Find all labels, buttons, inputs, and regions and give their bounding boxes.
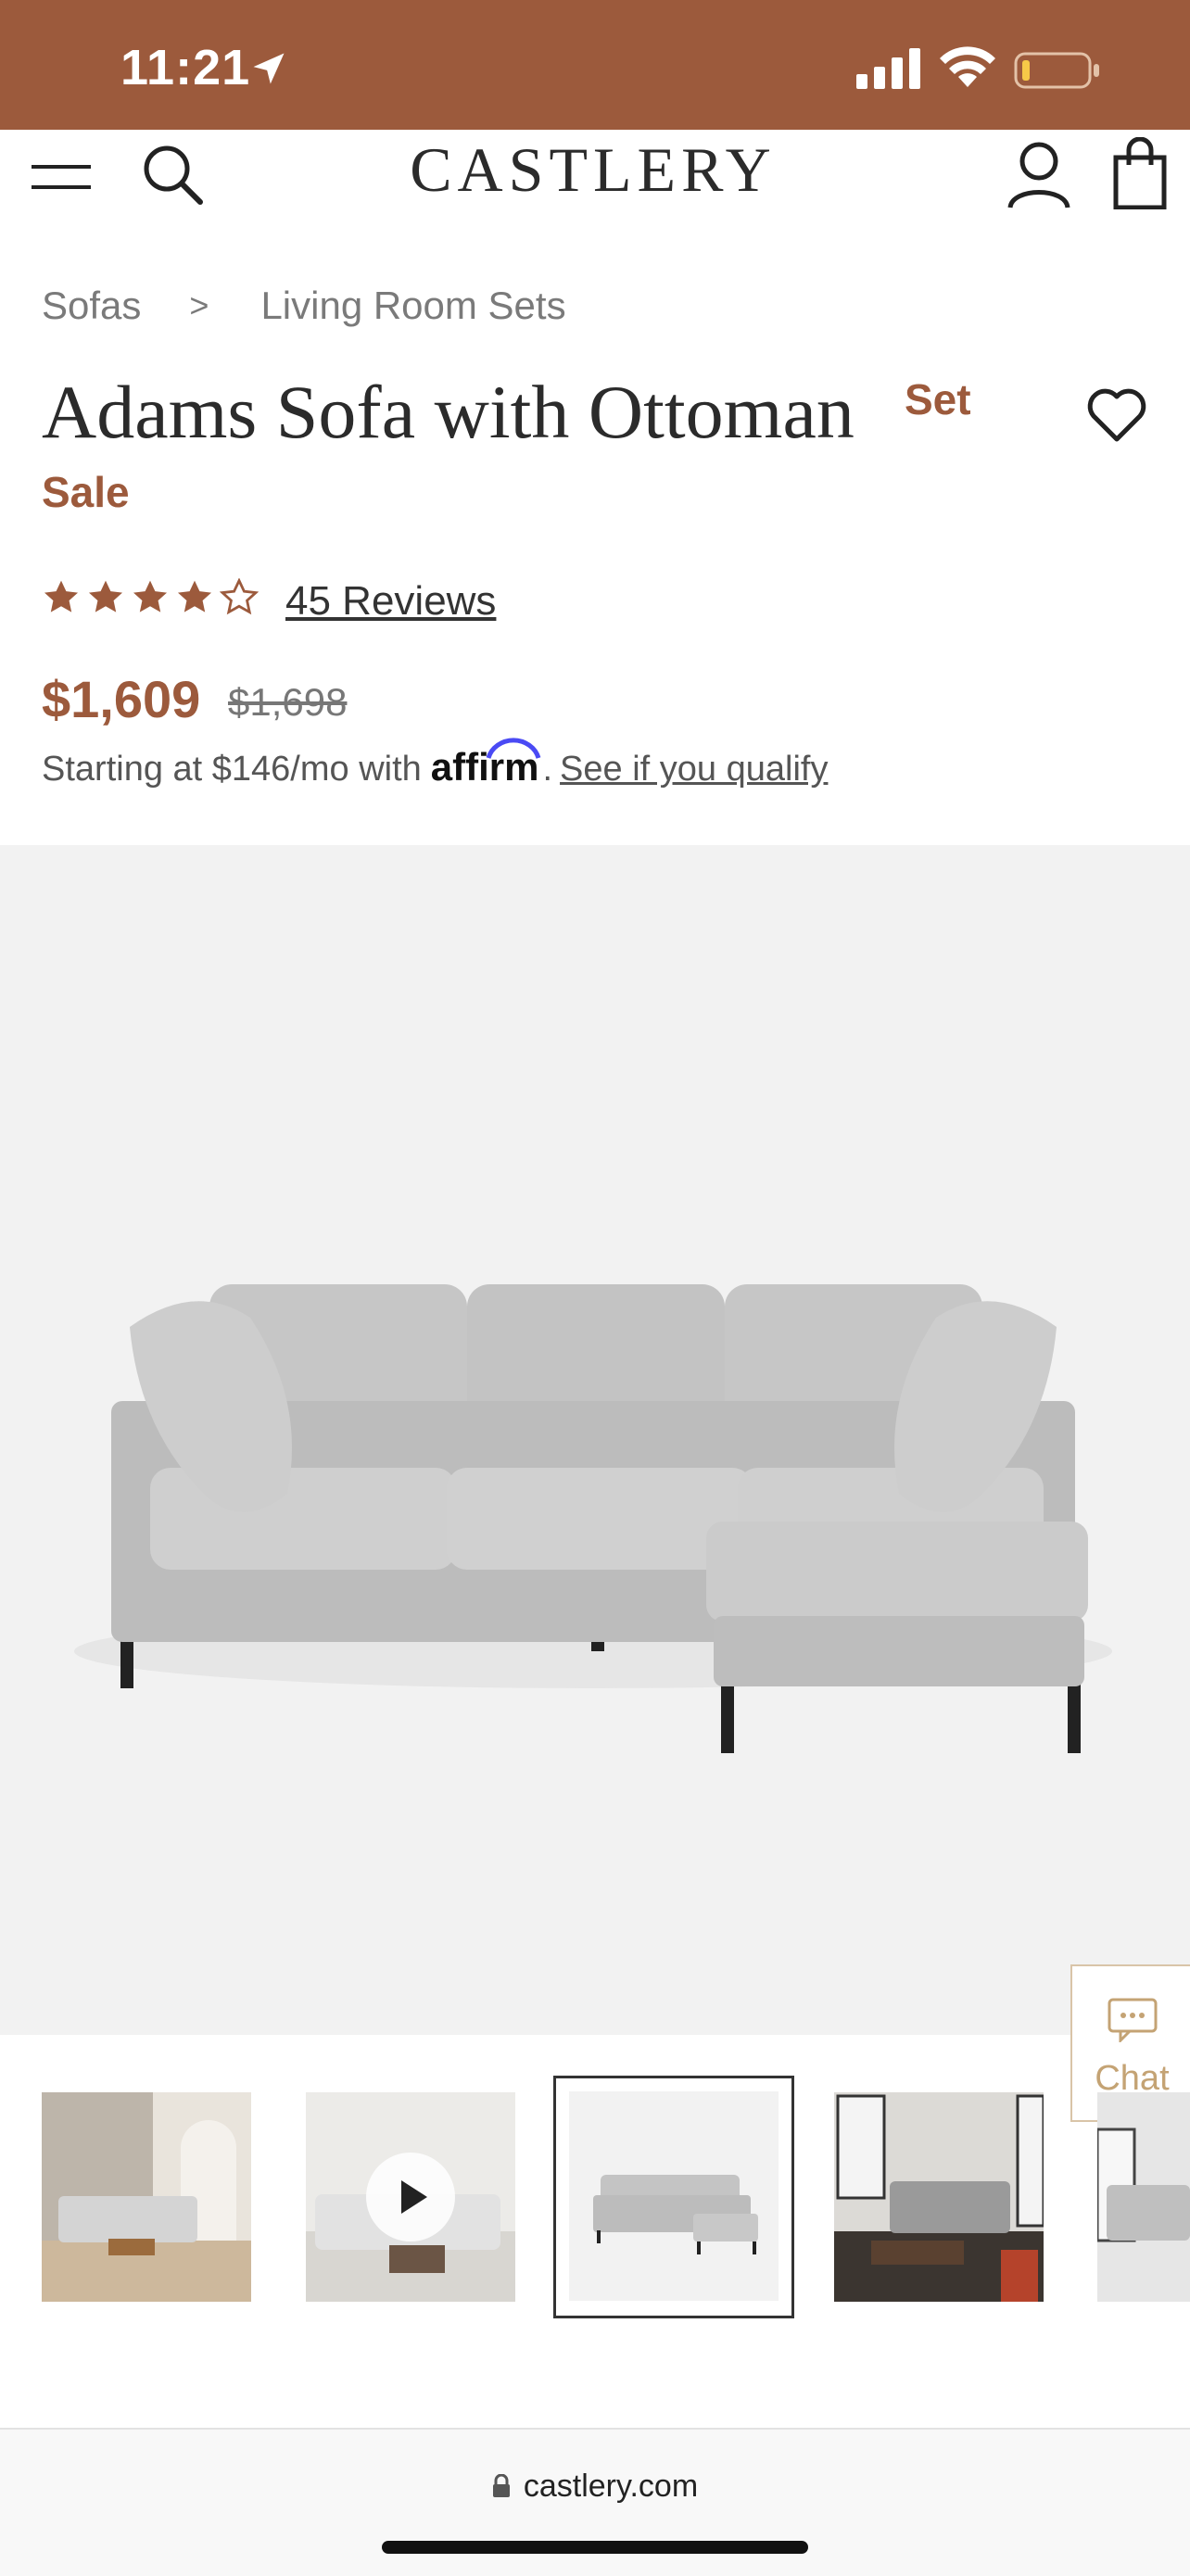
thumbnail-room-scene-2[interactable] (834, 2092, 1044, 2302)
cellular-signal-icon (856, 48, 920, 89)
financing-text: Starting at $146/mo with (42, 750, 422, 789)
affirm-arc-icon (486, 738, 541, 759)
search-icon[interactable] (139, 141, 206, 208)
site-logo[interactable]: CASTLERY (408, 133, 779, 207)
thumbnail-room-scene-1[interactable] (42, 2092, 251, 2302)
star-full-icon (88, 580, 123, 612)
sale-badge: Sale (42, 468, 130, 516)
star-full-icon (133, 580, 168, 612)
star-full-icon (177, 580, 212, 612)
see-if-you-qualify-link[interactable]: See if you qualify (560, 750, 828, 789)
affirm-logo: affirm (431, 738, 541, 789)
thumbnail-grey-sofa-studio[interactable] (553, 2076, 794, 2318)
url-display[interactable]: castlery.com (0, 2469, 1190, 2505)
site-header: CASTLERY (0, 130, 1190, 232)
main-product-image[interactable] (0, 845, 1190, 2035)
breadcrumb: Sofas > Living Room Sets (42, 284, 566, 328)
set-badge: Set (905, 375, 971, 423)
wifi-icon (940, 46, 995, 87)
sale-price: $1,609 (42, 670, 201, 728)
financing-info: Starting at $146/mo with affirm . See if… (42, 738, 828, 789)
financing-dot: . (542, 750, 553, 789)
rating-stars (42, 578, 259, 617)
chat-bubble-icon (1108, 1998, 1158, 2042)
breadcrumb-item-sofas[interactable]: Sofas (42, 284, 141, 328)
thumbnail-strip (0, 2076, 1190, 2335)
studio-sofa-image (569, 2091, 779, 2301)
room-scene-image (834, 2092, 1044, 2302)
browser-url-bar[interactable]: castlery.com (0, 2428, 1190, 2576)
star-full-icon (44, 580, 79, 612)
product-title: Adams Sofa with Ottoman (42, 370, 855, 454)
thumbnail-video[interactable] (306, 2092, 515, 2302)
breadcrumb-separator: > (189, 286, 209, 324)
original-price: $1,698 (228, 680, 348, 724)
status-bar: 11:21 (0, 0, 1190, 130)
room-scene-image (1097, 2092, 1190, 2302)
hamburger-menu-icon[interactable] (32, 158, 91, 195)
thumbnail-room-scene-3[interactable] (1097, 2092, 1190, 2302)
reviews-link[interactable]: 45 Reviews (285, 578, 496, 625)
home-indicator[interactable] (382, 2541, 808, 2554)
heart-icon[interactable] (1086, 387, 1147, 443)
sofa-illustration (74, 1284, 1112, 1753)
battery-low-icon (1014, 52, 1099, 89)
account-icon[interactable] (1006, 139, 1071, 209)
room-scene-image (42, 2092, 251, 2302)
url-text: castlery.com (523, 2469, 699, 2504)
breadcrumb-item-living-room-sets[interactable]: Living Room Sets (260, 284, 565, 328)
shopping-bag-icon[interactable] (1112, 137, 1168, 209)
lock-icon (492, 2474, 510, 2497)
location-arrow-icon (253, 53, 285, 84)
star-outline-icon (220, 578, 259, 615)
status-time: 11:21 (120, 40, 251, 95)
video-scene-image (306, 2092, 515, 2302)
